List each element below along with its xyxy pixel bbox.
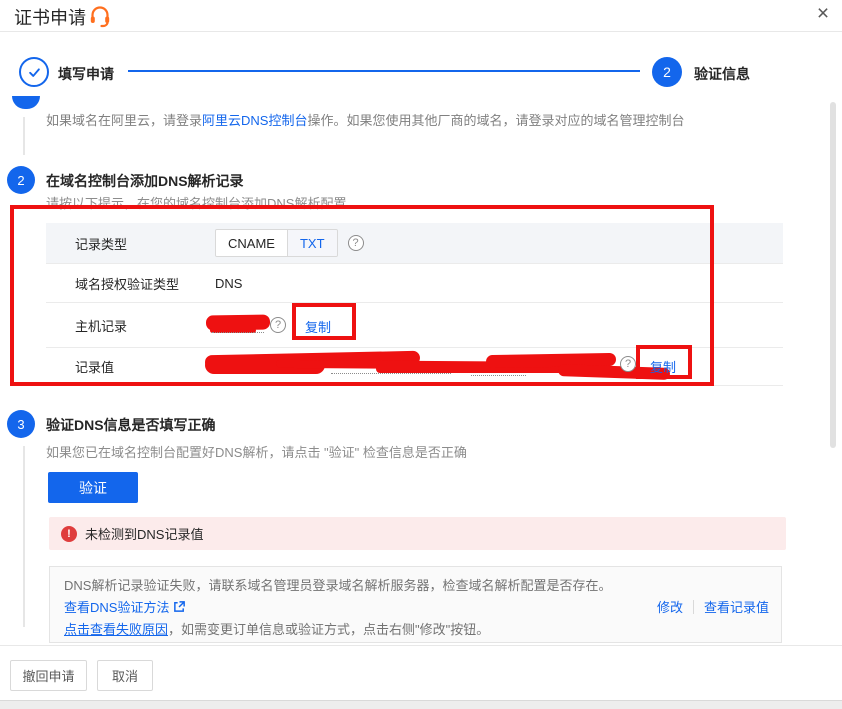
host-record-redaction [206, 314, 270, 330]
dns-error-alert: ! 未检测到DNS记录值 [49, 517, 786, 550]
host-record-hidden-text [212, 332, 264, 333]
step-rail-line [23, 446, 25, 627]
cancel-button[interactable]: 取消 [97, 660, 153, 691]
fail-help-rest: ，如需变更订单信息或验证方式，点击右侧"修改"按钮。 [168, 622, 489, 637]
section2-number-circle: 2 [7, 166, 35, 194]
record-value-redaction [205, 356, 325, 374]
page-title: 证书申请 [14, 4, 86, 30]
record-type-option-cname[interactable]: CNAME [216, 230, 288, 256]
help-icon[interactable]: ? [270, 317, 286, 333]
dns-record-table: 记录类型 CNAME TXT ? 域名授权验证类型 DNS 主机记录 ? 复制 … [46, 223, 783, 386]
section3-number-circle: 3 [7, 410, 35, 438]
window-bottom-edge [0, 700, 842, 709]
aliyun-dns-console-link[interactable]: 阿里云DNS控制台 [202, 113, 307, 128]
host-record-label: 主机记录 [46, 316, 215, 335]
record-value-redaction [376, 364, 606, 373]
step-connector-line [128, 70, 640, 72]
record-type-row: 记录类型 CNAME TXT ? [46, 223, 783, 263]
auth-type-row: 域名授权验证类型 DNS [46, 263, 783, 303]
auth-type-value: DNS [215, 276, 242, 291]
scrollbar-thumb[interactable] [830, 102, 836, 448]
view-dns-method-link[interactable]: 查看DNS验证方法 [64, 597, 169, 616]
modify-link[interactable]: 修改 [657, 597, 683, 616]
verification-fail-box: DNS解析记录验证失败，请联系域名管理员登录域名解析服务器，检查域名解析配置是否… [49, 566, 782, 643]
record-value-row: 记录值 4 ? 复制 [46, 348, 783, 386]
check-icon [27, 65, 42, 80]
certificate-application-dialog: 证书申请 × 填写申请 2 验证信息 如果域名在阿里云，请登录阿里云DNS控制台… [0, 0, 842, 709]
record-value-hidden-text [516, 372, 624, 373]
help-icon[interactable]: ? [620, 356, 636, 372]
record-type-toggle: CNAME TXT [215, 229, 338, 257]
fail-reason-text: DNS解析记录验证失败，请联系域名管理员登录域名解析服务器，检查域名解析配置是否… [64, 575, 611, 594]
section3-title: 验证DNS信息是否填写正确 [46, 415, 216, 435]
dns-console-hint: 如果域名在阿里云，请登录阿里云DNS控制台操作。如果您使用其他厂商的域名，请登录… [46, 110, 684, 129]
record-value-copy-button[interactable]: 复制 [650, 357, 676, 376]
step2-label: 验证信息 [694, 64, 750, 84]
record-value-visible-char: 4 [604, 355, 611, 370]
record-value-redaction [205, 351, 420, 369]
host-record-copy-button[interactable]: 复制 [305, 317, 331, 336]
record-value-redaction [276, 360, 606, 370]
record-value-redaction [486, 353, 616, 368]
section2-subtitle: 请按以下提示，在您的域名控制台添加DNS解析配置 [46, 193, 346, 212]
step1-circle [19, 57, 49, 87]
step1-label: 填写申请 [58, 64, 114, 84]
error-exclamation-icon: ! [61, 526, 77, 542]
previous-step-circle-partial [12, 96, 40, 109]
record-type-label: 记录类型 [46, 234, 215, 253]
dialog-header: 证书申请 × [0, 0, 842, 32]
section3-subtitle: 如果您已在域名控制台配置好DNS解析，请点击 "验证" 检查信息是否正确 [46, 442, 467, 461]
view-fail-reason-link[interactable]: 点击查看失败原因 [64, 622, 168, 637]
step2-circle: 2 [652, 57, 682, 87]
alert-text: 未检测到DNS记录值 [85, 524, 203, 543]
host-record-redaction-tail [210, 328, 256, 333]
link-divider [693, 600, 694, 614]
fail-help-line: 点击查看失败原因，如需变更订单信息或验证方式，点击右侧"修改"按钮。 [64, 619, 489, 638]
step-rail-line [23, 117, 25, 155]
external-link-icon[interactable] [173, 600, 186, 613]
hint-text-post: 操作。如果您使用其他厂商的域名，请登录对应的域名管理控制台 [307, 113, 684, 128]
view-record-value-link[interactable]: 查看记录值 [704, 597, 769, 616]
record-value-label: 记录值 [46, 357, 215, 376]
verify-button[interactable]: 验证 [48, 472, 138, 503]
withdraw-application-button[interactable]: 撤回申请 [10, 660, 87, 691]
record-value-hidden-text [331, 373, 451, 374]
customer-service-icon[interactable] [88, 4, 112, 28]
section2-title: 在域名控制台添加DNS解析记录 [46, 171, 244, 191]
auth-type-label: 域名授权验证类型 [46, 274, 215, 293]
fail-method-line: 查看DNS验证方法 [64, 597, 186, 616]
help-icon[interactable]: ? [348, 235, 364, 251]
record-value-hidden-text [471, 375, 526, 376]
close-icon[interactable]: × [810, 1, 836, 27]
hint-text-pre: 如果域名在阿里云，请登录 [46, 113, 202, 128]
host-record-row: 主机记录 ? 复制 [46, 303, 783, 348]
record-type-option-txt[interactable]: TXT [288, 230, 337, 256]
fail-actions: 修改 查看记录值 [657, 597, 769, 616]
footer-divider [0, 645, 842, 646]
